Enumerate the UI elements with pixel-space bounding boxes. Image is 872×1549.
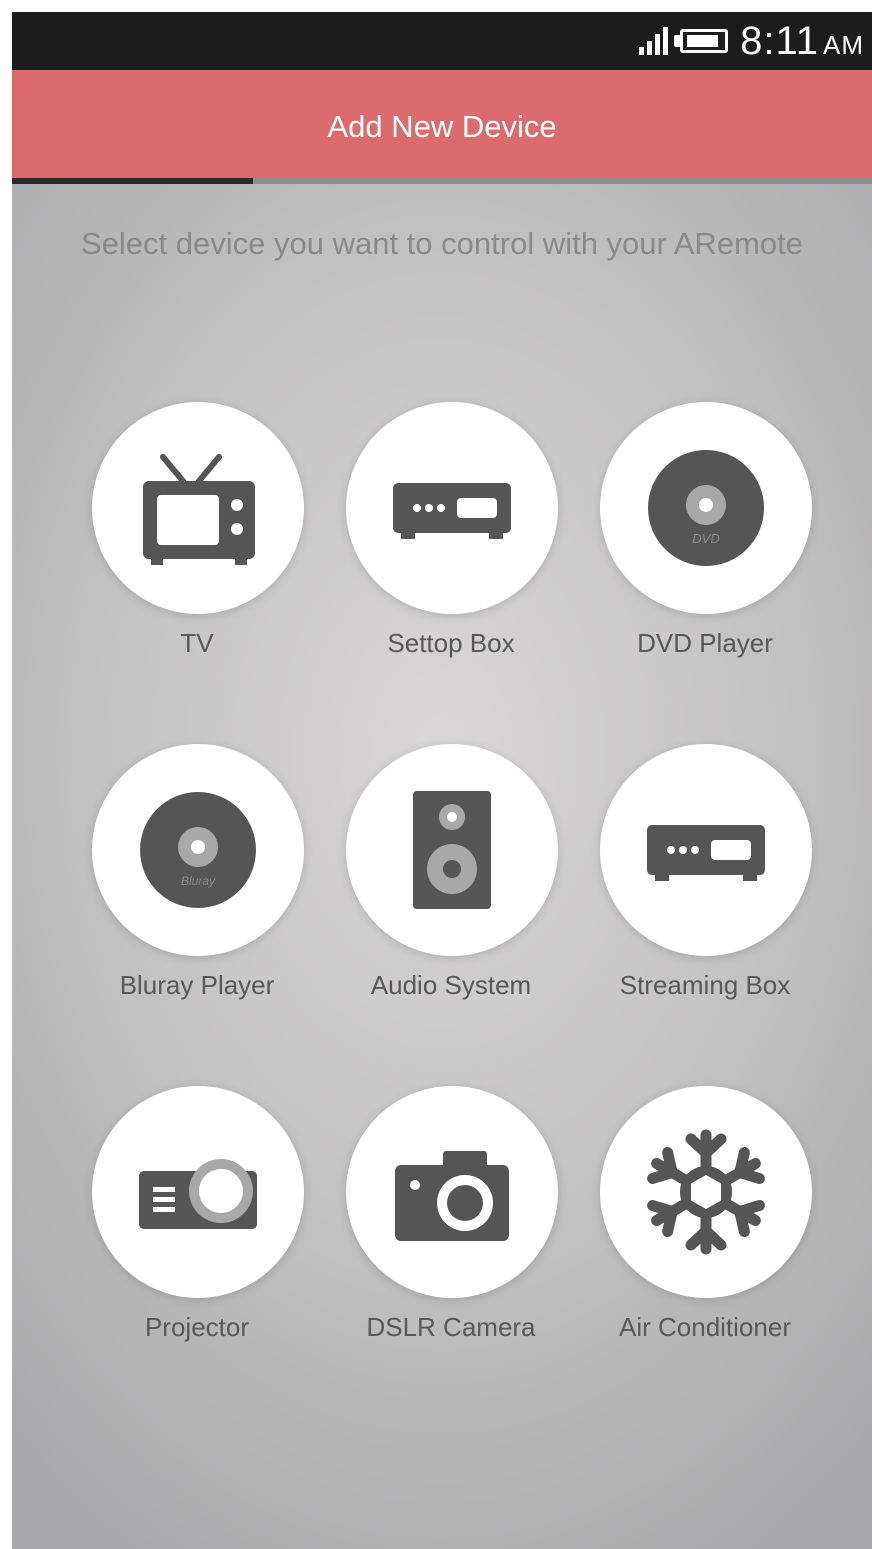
battery-icon <box>674 29 729 53</box>
device-label: Bluray Player <box>119 970 275 1000</box>
device-button[interactable] <box>600 744 812 956</box>
device-button[interactable] <box>92 1086 304 1298</box>
wizard-progress-fill <box>12 178 253 184</box>
device-tile-projector[interactable]: Projector <box>72 1086 322 1386</box>
device-button[interactable] <box>346 744 558 956</box>
device-button[interactable]: DVD <box>600 402 812 614</box>
device-tile-streaming-box[interactable]: Streaming Box <box>580 744 830 1044</box>
device-tile-air-conditioner[interactable]: Air Conditioner <box>580 1086 830 1386</box>
status-bar: 8:11 AM <box>12 12 872 70</box>
page-title: Add New Device <box>327 109 557 144</box>
device-tile-settop-box[interactable]: Settop Box <box>326 402 576 702</box>
device-tile-dslr-camera[interactable]: DSLR Camera <box>326 1086 576 1386</box>
speaker-icon <box>413 791 491 909</box>
camera-icon <box>395 1151 509 1241</box>
device-button[interactable]: Bluray <box>92 744 304 956</box>
streaming-box-icon <box>647 825 765 881</box>
device-label: Projector <box>144 1312 250 1342</box>
device-button[interactable] <box>600 1086 812 1298</box>
device-button[interactable] <box>92 402 304 614</box>
wizard-progress-bar <box>12 178 872 184</box>
clock: 8:11 AM <box>740 19 864 64</box>
settop-box-icon <box>393 483 511 539</box>
tv-icon <box>143 454 255 565</box>
dvd-disc-text: DVD <box>692 531 719 546</box>
device-tile-bluray-player[interactable]: Bluray Bluray Player <box>72 744 322 1044</box>
bluray-disc-text: Bluray <box>181 874 216 888</box>
app-screen: 8:11 AM Add New Device Select device you … <box>12 12 872 1549</box>
dvd-disc-icon: DVD <box>648 450 764 566</box>
status-icons: 8:11 AM <box>639 12 864 70</box>
device-label: TV <box>180 628 214 658</box>
device-label: DVD Player <box>637 628 773 658</box>
device-tile-audio-system[interactable]: Audio System <box>326 744 576 1044</box>
projector-icon <box>139 1159 257 1229</box>
device-label: Streaming Box <box>619 970 791 1000</box>
clock-ampm: AM <box>823 29 864 60</box>
device-tile-dvd-player[interactable]: DVD DVD Player <box>580 402 830 702</box>
snowflake-icon <box>647 1129 765 1255</box>
device-label: Settop Box <box>387 628 515 658</box>
app-bar: Add New Device <box>12 70 872 184</box>
bluray-disc-icon: Bluray <box>140 792 256 908</box>
device-button[interactable] <box>346 1086 558 1298</box>
device-label: Audio System <box>370 970 532 1000</box>
instruction-text: Select device you want to control with y… <box>81 226 803 261</box>
device-label: Air Conditioner <box>619 1312 791 1342</box>
clock-time: 8:11 <box>740 18 819 63</box>
device-label: DSLR Camera <box>366 1312 536 1342</box>
device-button[interactable] <box>346 402 558 614</box>
signal-icon <box>639 27 669 55</box>
device-tile-tv[interactable]: TV <box>72 402 322 702</box>
